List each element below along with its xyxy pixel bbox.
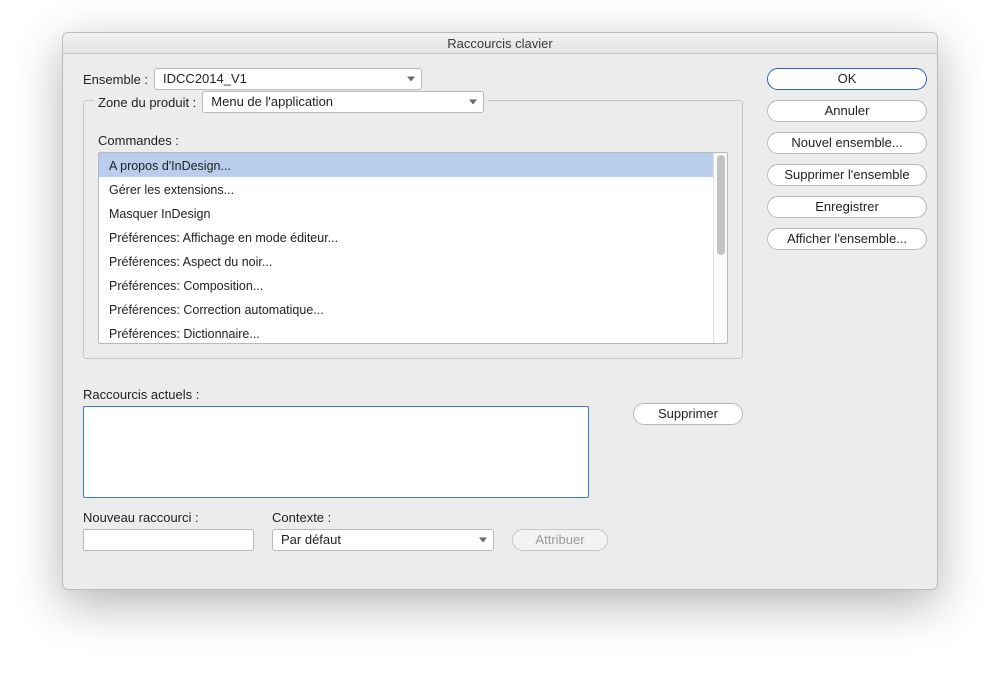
context-label: Contexte : [272,510,494,525]
new-shortcut-label: Nouveau raccourci : [83,510,254,525]
delete-shortcut-button[interactable]: Supprimer [633,403,743,425]
assign-button[interactable]: Attribuer [512,529,608,551]
commands-listbox[interactable]: A propos d'InDesign... Gérer les extensi… [98,152,728,344]
new-shortcut-col: Nouveau raccourci : [83,510,254,551]
keyboard-shortcuts-dialog: Raccourcis clavier Ensemble : IDCC2014_V… [62,32,938,590]
current-shortcuts-label: Raccourcis actuels : [83,387,589,402]
chevron-down-icon [469,100,477,105]
product-zone-fieldset: Zone du produit : Menu de l'application … [83,100,743,359]
scrollbar[interactable] [713,153,727,343]
delete-set-button[interactable]: Supprimer l'ensemble [767,164,927,186]
commands-label: Commandes : [98,133,728,148]
delete-wrap: Supprimer [633,375,743,425]
list-item[interactable]: Préférences: Correction automatique... [99,297,713,321]
new-set-button[interactable]: Nouvel ensemble... [767,132,927,154]
left-panel: Ensemble : IDCC2014_V1 Zone du produit :… [83,68,743,551]
list-item[interactable]: Préférences: Affichage en mode éditeur..… [99,225,713,249]
list-item[interactable]: Masquer InDesign [99,201,713,225]
new-shortcut-input[interactable] [83,529,254,551]
list-item[interactable]: A propos d'InDesign... [99,153,713,177]
ensemble-row: Ensemble : IDCC2014_V1 [83,68,743,90]
cancel-button[interactable]: Annuler [767,100,927,122]
show-set-button[interactable]: Afficher l'ensemble... [767,228,927,250]
dialog-body: Ensemble : IDCC2014_V1 Zone du produit :… [63,54,937,571]
scrollbar-thumb[interactable] [717,155,725,255]
commands-list-inner: A propos d'InDesign... Gérer les extensi… [99,153,713,343]
current-shortcuts-row: Raccourcis actuels : Supprimer [83,375,743,498]
dialog-title: Raccourcis clavier [63,33,937,54]
side-buttons: OK Annuler Nouvel ensemble... Supprimer … [767,68,927,551]
list-item[interactable]: Préférences: Aspect du noir... [99,249,713,273]
list-item[interactable]: Préférences: Composition... [99,273,713,297]
current-shortcuts-box[interactable] [83,406,589,498]
context-col: Contexte : Par défaut [272,510,494,551]
new-shortcut-row: Nouveau raccourci : Contexte : Par défau… [83,510,743,551]
current-shortcuts-col: Raccourcis actuels : [83,375,589,498]
list-item[interactable]: Gérer les extensions... [99,177,713,201]
zone-select-value: Menu de l'application [211,94,333,109]
chevron-down-icon [407,77,415,82]
context-select[interactable]: Par défaut [272,529,494,551]
zone-label: Zone du produit : [98,95,196,110]
context-select-value: Par défaut [281,532,341,547]
save-button[interactable]: Enregistrer [767,196,927,218]
ensemble-select-value: IDCC2014_V1 [163,71,247,86]
ensemble-select[interactable]: IDCC2014_V1 [154,68,422,90]
product-zone-legend: Zone du produit : Menu de l'application [94,91,488,113]
zone-select[interactable]: Menu de l'application [202,91,484,113]
chevron-down-icon [479,538,487,543]
ensemble-label: Ensemble : [83,72,148,87]
ok-button[interactable]: OK [767,68,927,90]
list-item[interactable]: Préférences: Dictionnaire... [99,321,713,343]
